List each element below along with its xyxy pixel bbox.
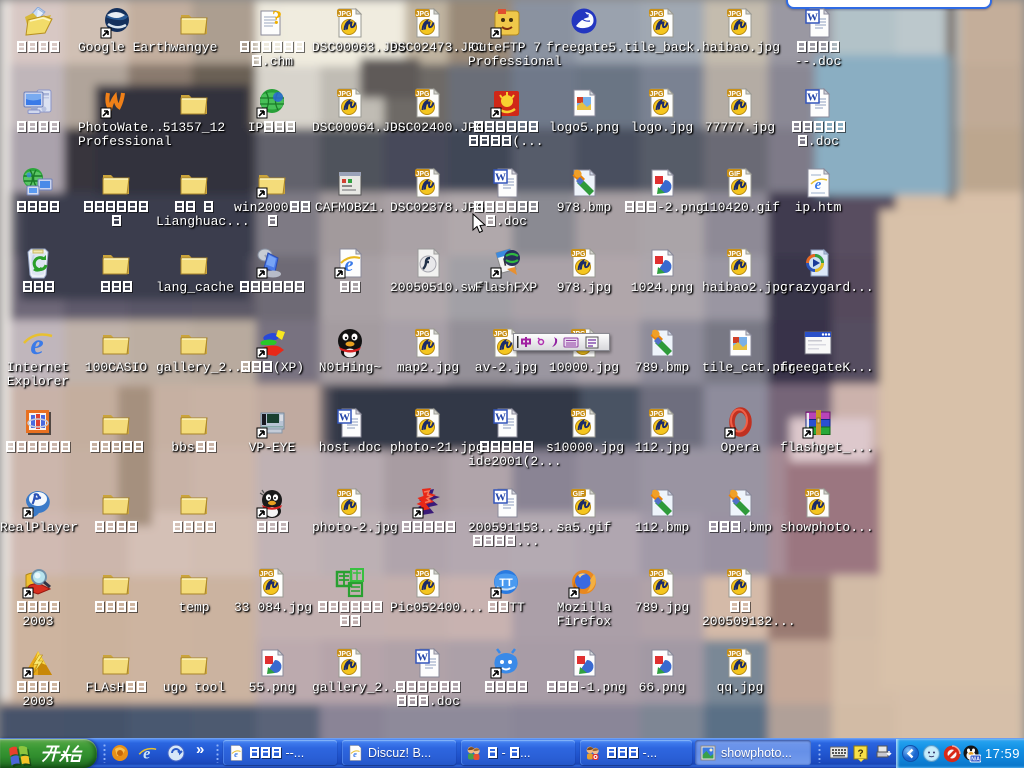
svg-text:JPG: JPG <box>415 571 430 578</box>
svg-text:?: ? <box>272 7 282 29</box>
svg-text:JPG: JPG <box>727 651 742 658</box>
svg-text:JPG: JPG <box>649 571 664 578</box>
svg-text:W: W <box>807 92 818 104</box>
svg-text:JPG: JPG <box>337 651 352 658</box>
svg-text:JPG: JPG <box>805 491 820 498</box>
svg-text:W: W <box>417 652 428 664</box>
svg-text:W: W <box>807 12 818 24</box>
svg-text:JPG: JPG <box>415 91 430 98</box>
svg-text:N/A: N/A <box>971 757 980 763</box>
svg-text:JPG: JPG <box>337 91 352 98</box>
svg-text:W: W <box>495 492 506 504</box>
svg-text:?: ? <box>857 749 863 760</box>
svg-text:JPG: JPG <box>727 571 742 578</box>
svg-text:W: W <box>495 412 506 424</box>
svg-text:W: W <box>495 172 506 184</box>
svg-text:e: e <box>30 328 43 359</box>
svg-text:JPG: JPG <box>571 251 586 258</box>
svg-text:JPG: JPG <box>649 91 664 98</box>
svg-text:JPG: JPG <box>727 91 742 98</box>
svg-text:JPG: JPG <box>415 331 430 338</box>
svg-text:W: W <box>339 412 350 424</box>
svg-text:GIF: GIF <box>573 491 585 498</box>
svg-text:JPG: JPG <box>649 411 664 418</box>
svg-text:JPG: JPG <box>259 571 274 578</box>
svg-text:JPG: JPG <box>415 171 430 178</box>
svg-text:JPG: JPG <box>571 411 586 418</box>
svg-text:JPG: JPG <box>493 331 508 338</box>
svg-text:JPG: JPG <box>727 11 742 18</box>
svg-text:TT: TT <box>499 577 513 589</box>
svg-text:JPG: JPG <box>727 251 742 258</box>
svg-text:GIF: GIF <box>729 171 741 178</box>
svg-text:JPG: JPG <box>415 411 430 418</box>
svg-text:JPG: JPG <box>337 11 352 18</box>
svg-text:JPG: JPG <box>415 11 430 18</box>
svg-text:e: e <box>143 745 150 763</box>
svg-text:JPG: JPG <box>337 491 352 498</box>
svg-text:JPG: JPG <box>649 11 664 18</box>
